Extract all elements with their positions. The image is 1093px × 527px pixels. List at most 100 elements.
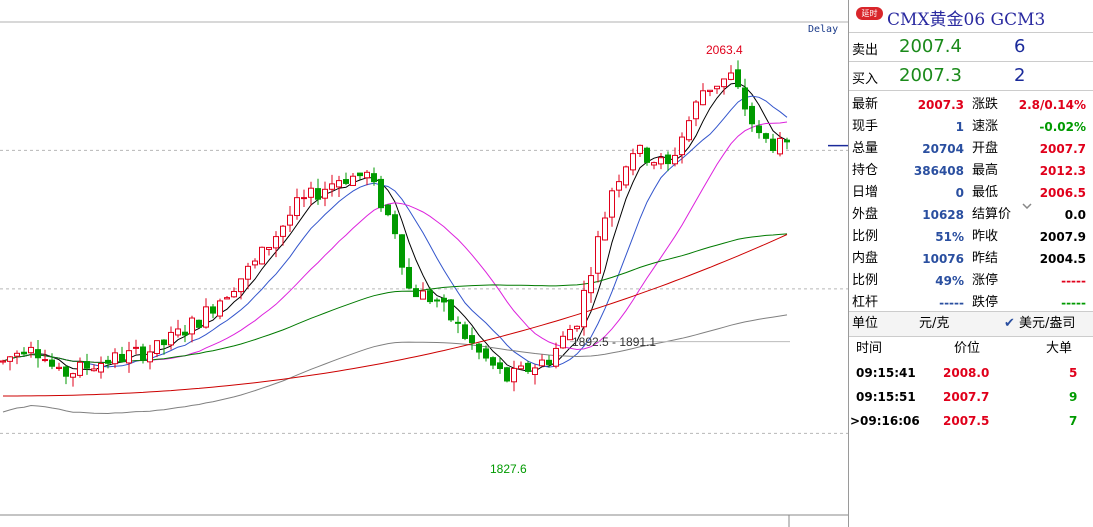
candle-body (56, 366, 62, 369)
stats-left-column: 最新 2007.3 现手 1 总量 20704 持仓 386408 日增 0 外盘 10628 比例 51… (852, 94, 964, 314)
candle-body (308, 187, 314, 198)
chevron-down-icon[interactable] (1022, 203, 1032, 209)
candle-body (581, 289, 587, 328)
stat-value: ----- (1061, 296, 1086, 310)
candle-body (112, 352, 118, 365)
candle-body (595, 236, 601, 274)
ask-label: 卖出 (852, 43, 879, 58)
candle-body (126, 350, 132, 364)
candle-body (329, 183, 335, 190)
candle-body (504, 367, 510, 382)
low-price-label: 1827.6 (490, 462, 527, 476)
unit-yuan-per-gram[interactable]: 元/克 (919, 312, 949, 336)
candle-body (210, 306, 216, 314)
stat-label: 日增 (852, 185, 879, 200)
candle-body (686, 120, 692, 141)
candle-body (42, 359, 48, 362)
stat-label: 最高 (972, 163, 999, 178)
stat-row: 内盘 10076 (852, 248, 964, 270)
stat-value: 10628 (922, 208, 964, 222)
tick-size: 7 (1069, 414, 1078, 428)
candle-body (98, 362, 104, 373)
candle-body (315, 188, 321, 200)
candle-body (651, 162, 657, 166)
ask-row[interactable]: 卖出 2007.4 6 (849, 33, 1093, 62)
candle-body (672, 154, 678, 165)
candle-body (196, 319, 202, 328)
stats-grid: 最新 2007.3 现手 1 总量 20704 持仓 386408 日增 0 外盘 10628 比例 51… (849, 91, 1093, 312)
candle-body (147, 351, 153, 363)
candle-body (224, 297, 230, 300)
ma60-line (2, 233, 788, 364)
candle-body (770, 138, 776, 152)
candle-body (630, 153, 636, 171)
stat-value: 2004.5 (1039, 252, 1086, 266)
candle-body (665, 154, 671, 165)
stat-row: 总量 20704 (852, 138, 964, 160)
ticks-size-header: 大单 (1046, 341, 1073, 356)
stat-label: 持仓 (852, 163, 879, 178)
candle-body (539, 359, 545, 367)
candle-body (574, 325, 580, 330)
stat-value: 51% (935, 230, 964, 244)
candle-body (609, 190, 615, 218)
candle-body (413, 288, 419, 298)
candle-body (91, 368, 97, 372)
stat-row: 涨停 ----- (972, 270, 1086, 292)
delay-badge: 延时 (856, 7, 883, 20)
stat-row: 外盘 10628 (852, 204, 964, 226)
candle-body (427, 290, 433, 303)
candle-body (273, 236, 279, 249)
delay-label: Delay (808, 24, 838, 35)
stat-label: 比例 (852, 273, 879, 288)
candle-body (371, 173, 377, 183)
stat-label: 杠杆 (852, 295, 879, 310)
candle-body (728, 72, 734, 80)
candle-body (602, 217, 608, 241)
stat-value: 2006.5 (1039, 186, 1086, 200)
tick-row: >09:16:06 2007.5 7 (849, 409, 1093, 433)
stat-value: 2007.7 (1039, 142, 1086, 156)
bid-row[interactable]: 买入 2007.3 2 (849, 62, 1093, 91)
candle-body (455, 321, 461, 324)
ticks-list: 09:15:41 2008.0 5 09:15:51 2007.7 9 >09:16:06 2… (849, 361, 1093, 433)
candle-body (546, 359, 552, 365)
candle-body (406, 266, 412, 289)
tick-price: 2007.7 (943, 390, 990, 404)
candle-body (350, 175, 356, 186)
stat-label: 跌停 (972, 295, 999, 310)
candlestick-chart[interactable]: 2063.4 1827.6 1892.5 - 1891.1 Delay (0, 0, 848, 527)
candle-body (434, 299, 440, 302)
bid-price: 2007.3 (899, 65, 962, 86)
candle-body (679, 136, 685, 156)
candle-body (497, 362, 503, 369)
chart-annotations: 2063.4 1827.6 1892.5 - 1891.1 (490, 43, 743, 476)
unit-row: 单位 元/克 ✔ 美元/盎司 (849, 312, 1093, 337)
tick-row: 09:15:51 2007.7 9 (849, 385, 1093, 409)
unit-label: 单位 (852, 316, 879, 331)
candle-body (245, 265, 251, 280)
candle-body (364, 171, 370, 179)
candle-body (532, 367, 538, 375)
stat-label: 最低 (972, 185, 999, 200)
unit-usd-per-oz[interactable]: 美元/盎司 (1019, 312, 1075, 336)
ticks-header: 时间 价位 大单 (849, 337, 1093, 361)
stat-value: 2.8/0.14% (1018, 98, 1086, 112)
range-label: 1892.5 - 1891.1 (572, 335, 656, 349)
stat-label: 速涨 (972, 119, 999, 134)
candle-body (175, 328, 181, 336)
candle-body (623, 166, 629, 186)
candle-body (735, 69, 741, 88)
candle-body (763, 133, 769, 139)
stat-value: ----- (1061, 274, 1086, 288)
candle-body (84, 361, 90, 369)
candle-body (280, 225, 286, 237)
candle-body (588, 275, 594, 294)
candle-body (385, 204, 391, 216)
stat-row: 开盘 2007.7 (972, 138, 1086, 160)
candle-body (784, 139, 790, 143)
candle-body (378, 178, 384, 209)
candle-body (294, 197, 300, 217)
candle-body (476, 343, 482, 353)
stat-row: 涨跌 2.8/0.14% (972, 94, 1086, 116)
